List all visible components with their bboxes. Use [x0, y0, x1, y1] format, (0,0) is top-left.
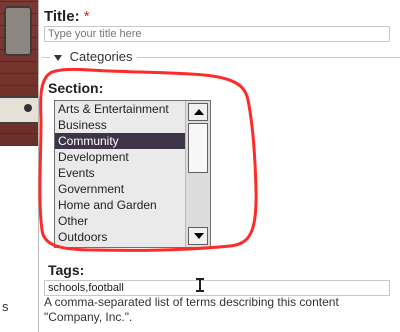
section-option[interactable]: Home and Garden: [55, 197, 185, 213]
scroll-up-button[interactable]: [188, 103, 208, 121]
text-cursor-icon: [196, 278, 204, 292]
section-option[interactable]: Development: [55, 149, 185, 165]
section-option[interactable]: Outdoors: [55, 229, 185, 245]
section-option[interactable]: Events: [55, 165, 185, 181]
tags-label: Tags:: [48, 262, 85, 278]
tags-input[interactable]: [44, 280, 390, 296]
arrow-up-icon: [194, 109, 204, 115]
sidebar-text-fragment: s: [2, 299, 9, 314]
section-label: Section:: [48, 80, 104, 96]
section-option[interactable]: Business: [55, 117, 185, 133]
categories-legend-text: Categories: [69, 49, 133, 64]
section-scrollbar[interactable]: [185, 101, 210, 247]
section-option[interactable]: Other: [55, 213, 185, 229]
tags-help-line-2: "Company, Inc.".: [44, 310, 133, 324]
section-options: Arts & Entertainment Business Community Dev…: [55, 101, 185, 245]
ornament-image: [4, 6, 32, 56]
collapse-triangle-icon: [54, 54, 62, 61]
scroll-down-button[interactable]: [188, 227, 208, 245]
header-photo: [0, 0, 38, 146]
tags-help-text: A comma-separated list of terms describi…: [44, 295, 400, 325]
title-label-text: Title:: [44, 8, 80, 25]
section-listbox[interactable]: Arts & Entertainment Business Community Dev…: [54, 100, 211, 248]
tags-help-line-1: A comma-separated list of terms describi…: [44, 295, 339, 309]
title-input[interactable]: [44, 26, 390, 42]
scroll-thumb[interactable]: [188, 123, 208, 173]
categories-legend[interactable]: Categories: [50, 49, 137, 64]
left-sidebar-strip: s: [0, 0, 39, 332]
section-option[interactable]: Government: [55, 181, 185, 197]
section-option[interactable]: Community: [55, 133, 185, 149]
arrow-down-icon: [194, 233, 204, 239]
section-option[interactable]: Arts & Entertainment: [55, 101, 185, 117]
title-label: Title: *: [44, 8, 90, 25]
main-form: Title: * Categories Section: Arts & Ente…: [42, 0, 400, 332]
required-asterisk: *: [83, 8, 90, 25]
sign-badge: [0, 96, 38, 124]
